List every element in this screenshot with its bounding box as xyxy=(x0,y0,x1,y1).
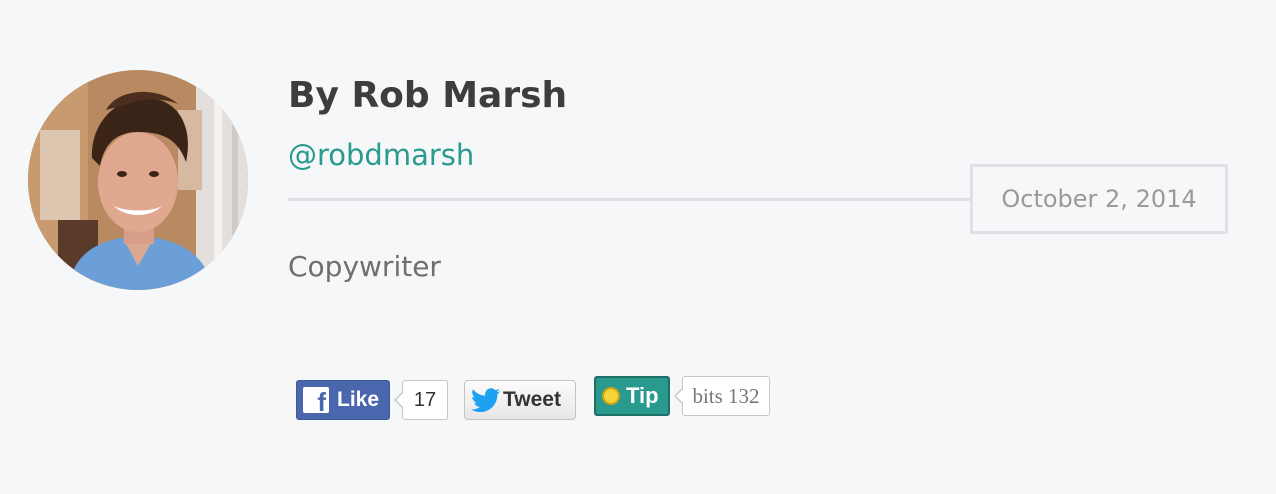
author-photo xyxy=(28,70,248,290)
post-date: October 2, 2014 xyxy=(970,164,1228,234)
facebook-like-count-value: 17 xyxy=(413,388,437,411)
twitter-bird-icon xyxy=(471,388,501,412)
author-avatar xyxy=(28,70,248,290)
author-name: By Rob Marsh xyxy=(288,75,568,116)
callout-arrow-fill xyxy=(676,389,683,403)
tweet-label: Tweet xyxy=(503,388,561,411)
coin-icon xyxy=(602,387,620,405)
divider-line xyxy=(288,198,972,201)
tip-button[interactable]: Tip xyxy=(594,376,670,416)
facebook-like-count: 17 xyxy=(394,380,448,420)
tip-bits-count: bits 132 xyxy=(674,376,770,416)
callout-arrow-fill xyxy=(396,393,403,407)
facebook-like-label: Like xyxy=(337,388,380,411)
tip-bits-count-value: bits 132 xyxy=(692,383,760,408)
facebook-icon: f xyxy=(303,387,329,413)
facebook-like-button[interactable]: f Like xyxy=(296,380,390,420)
author-role: Copywriter xyxy=(288,250,441,283)
tip-label: Tip xyxy=(626,383,659,408)
tweet-button[interactable]: Tweet xyxy=(464,380,576,420)
author-twitter-handle[interactable]: @robdmarsh xyxy=(288,136,474,174)
